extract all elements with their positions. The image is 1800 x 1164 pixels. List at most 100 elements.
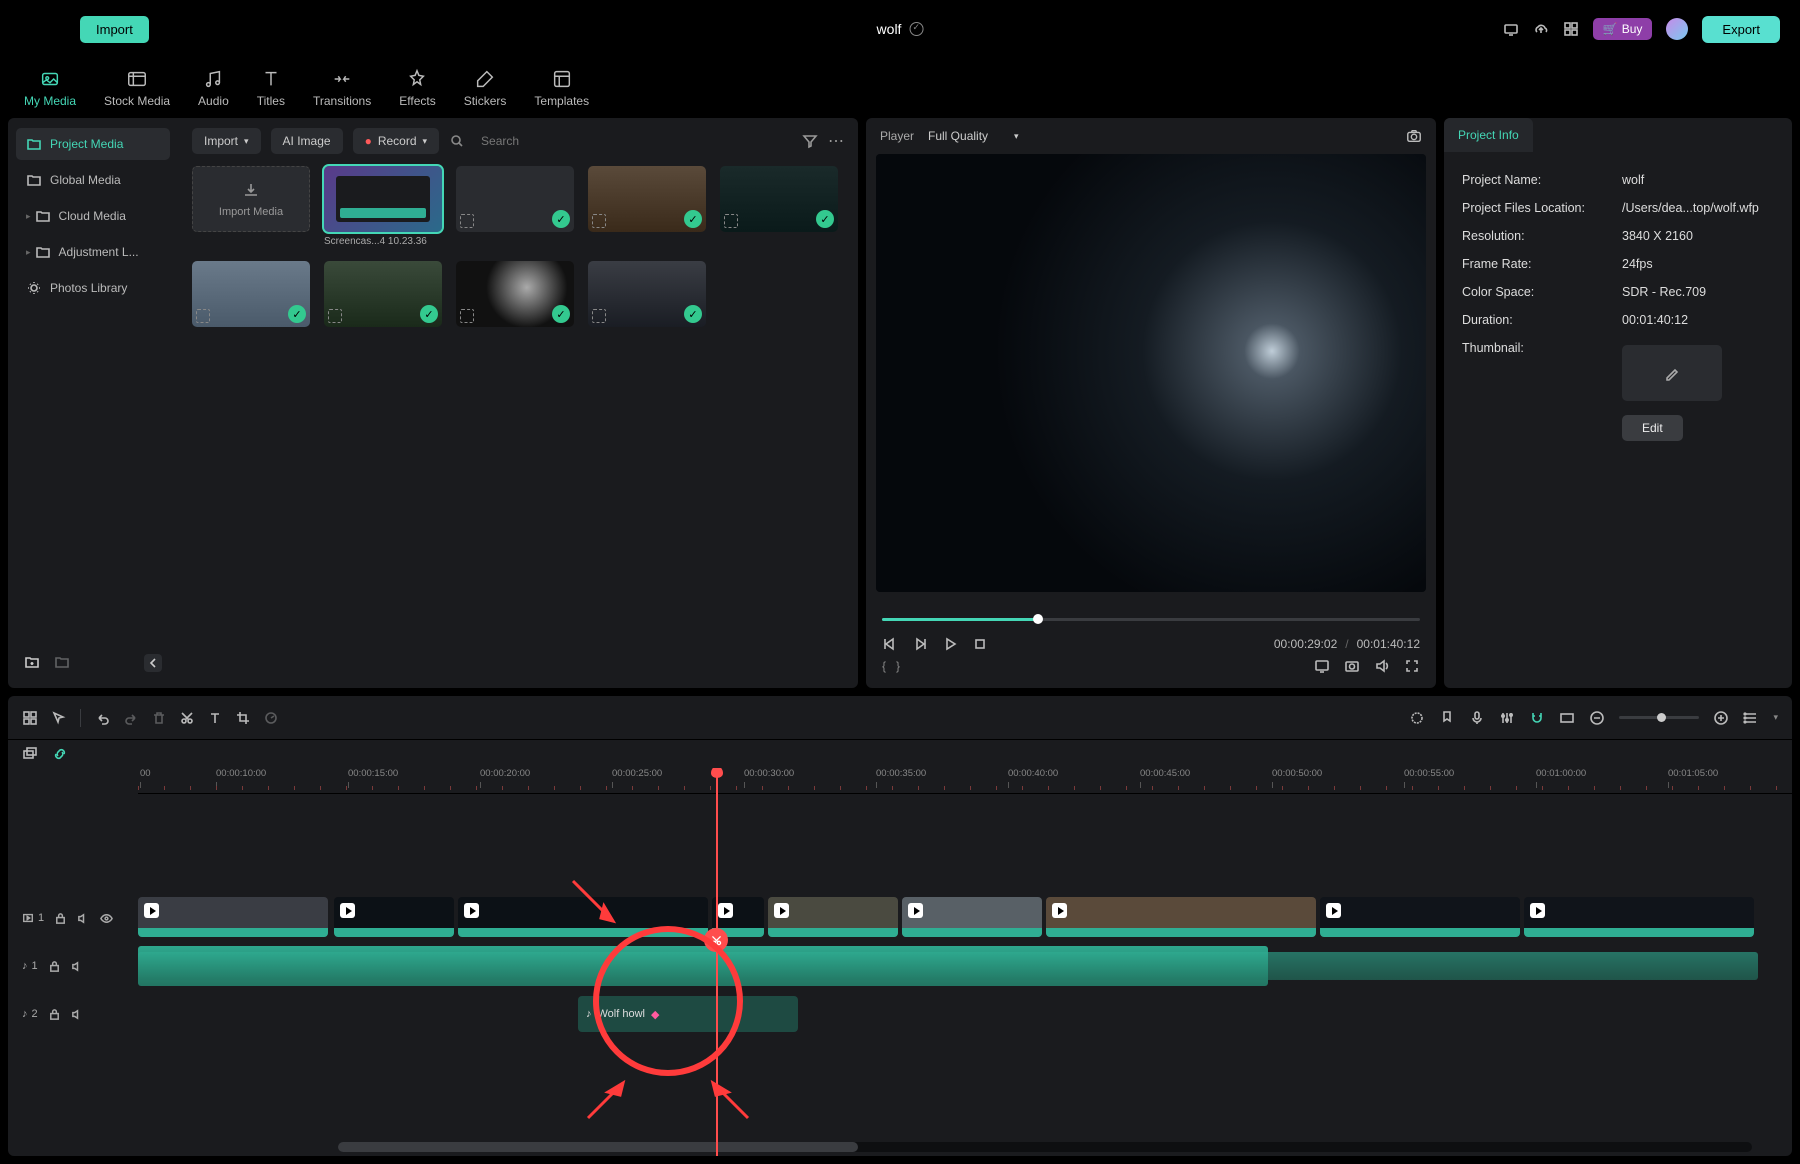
audio-track-1[interactable] <box>138 942 1792 990</box>
player-scrubber[interactable] <box>882 612 1420 626</box>
video-track-header[interactable]: 1 <box>8 894 138 942</box>
mute-icon[interactable] <box>77 912 90 925</box>
color-icon[interactable] <box>1409 710 1425 726</box>
media-item[interactable]: Screencas...4 10.23.36 <box>324 166 442 247</box>
marker-icon[interactable] <box>1439 710 1455 726</box>
mic-icon[interactable] <box>1469 710 1485 726</box>
apps-icon[interactable] <box>1563 21 1579 37</box>
tab-effects[interactable]: Effects <box>385 68 449 108</box>
snapshot-icon[interactable] <box>1406 128 1422 144</box>
buy-button[interactable]: 🛒Buy <box>1593 18 1653 40</box>
player-viewport[interactable] <box>876 154 1426 592</box>
magnet-icon[interactable] <box>1529 710 1545 726</box>
record-dropdown[interactable]: ●Record▾ <box>353 128 439 154</box>
grid-icon[interactable] <box>22 710 38 726</box>
text-icon[interactable] <box>207 710 223 726</box>
zoom-in-icon[interactable] <box>1713 710 1729 726</box>
video-track[interactable] <box>138 894 1792 942</box>
tab-stickers[interactable]: Stickers <box>450 68 521 108</box>
play-button[interactable] <box>942 636 958 652</box>
stop-button[interactable] <box>972 636 988 652</box>
video-clip[interactable] <box>902 897 1042 937</box>
tab-my-media[interactable]: My Media <box>10 68 90 108</box>
tab-transitions[interactable]: Transitions <box>299 68 385 108</box>
eye-icon[interactable] <box>100 912 113 925</box>
timeline-ruler[interactable]: 00 00:00:10:00 00:00:15:00 00:00:20:00 0… <box>138 768 1792 794</box>
zoom-out-icon[interactable] <box>1589 710 1605 726</box>
timeline-scrollbar[interactable] <box>338 1142 1752 1152</box>
search-input[interactable] <box>475 128 792 154</box>
ai-image-button[interactable]: AI Image <box>271 128 343 154</box>
delete-icon[interactable] <box>151 710 167 726</box>
filter-icon[interactable] <box>802 133 818 149</box>
track-view-icon[interactable] <box>1743 710 1759 726</box>
sidebar-item-adjustment[interactable]: ▸Adjustment L... <box>16 236 170 268</box>
sidebar-item-global-media[interactable]: Global Media <box>16 164 170 196</box>
tab-titles[interactable]: Titles <box>243 68 299 108</box>
mute-icon[interactable] <box>71 960 84 973</box>
fullscreen-icon[interactable] <box>1404 658 1420 674</box>
audio-clip[interactable]: ♪ Wolf howl ◆ <box>578 996 798 1032</box>
redo-icon[interactable] <box>123 710 139 726</box>
camera-icon[interactable] <box>1344 658 1360 674</box>
volume-icon[interactable] <box>1374 658 1390 674</box>
media-item[interactable]: ✓ <box>456 261 574 327</box>
import-media-tile[interactable]: Import Media <box>192 166 310 247</box>
tab-audio[interactable]: Audio <box>184 68 243 108</box>
brace-right-icon[interactable]: } <box>896 659 900 673</box>
video-clip[interactable] <box>1046 897 1316 937</box>
avatar[interactable] <box>1666 18 1688 40</box>
nest-icon[interactable] <box>22 746 38 762</box>
video-clip[interactable] <box>1320 897 1520 937</box>
sidebar-item-cloud-media[interactable]: ▸Cloud Media <box>16 200 170 232</box>
audio-track-1-header[interactable]: ♪1 <box>8 942 138 990</box>
sidebar-item-project-media[interactable]: Project Media <box>16 128 170 160</box>
media-item[interactable]: ✓ <box>720 166 838 247</box>
video-clip[interactable] <box>768 897 898 937</box>
zoom-slider[interactable] <box>1619 716 1699 719</box>
cut-badge-icon[interactable] <box>704 928 728 952</box>
brace-left-icon[interactable]: { <box>882 659 886 673</box>
video-clip[interactable] <box>1524 897 1754 937</box>
folder-icon[interactable] <box>54 654 70 670</box>
tab-templates[interactable]: Templates <box>520 68 603 108</box>
project-info-tab[interactable]: Project Info <box>1444 118 1533 152</box>
media-item[interactable]: ✓ <box>588 261 706 327</box>
prev-frame-button[interactable] <box>882 636 898 652</box>
more-icon[interactable]: ⋯ <box>828 131 844 151</box>
lock-icon[interactable] <box>48 1008 61 1021</box>
thumbnail-edit[interactable] <box>1622 345 1722 401</box>
collapse-sidebar-button[interactable] <box>144 654 162 672</box>
link-icon[interactable] <box>52 746 68 762</box>
mixer-icon[interactable] <box>1499 710 1515 726</box>
lock-icon[interactable] <box>54 912 67 925</box>
media-item[interactable]: ✓ <box>192 261 310 327</box>
media-item[interactable]: ✓ <box>588 166 706 247</box>
quality-dropdown[interactable]: Full Quality▾ <box>928 129 1019 143</box>
timeline-tracks[interactable]: 00 00:00:10:00 00:00:15:00 00:00:20:00 0… <box>138 768 1792 1156</box>
next-frame-button[interactable] <box>912 636 928 652</box>
media-item[interactable]: ✓ <box>456 166 574 247</box>
sidebar-item-photos[interactable]: Photos Library <box>16 272 170 304</box>
lock-icon[interactable] <box>48 960 61 973</box>
display-toggle-icon[interactable] <box>1314 658 1330 674</box>
crop-icon[interactable] <box>235 710 251 726</box>
video-clip[interactable] <box>138 897 328 937</box>
chevron-down-icon[interactable]: ▾ <box>1773 712 1778 723</box>
export-button[interactable]: Export <box>1702 16 1780 43</box>
media-item[interactable]: ✓ <box>324 261 442 327</box>
display-icon[interactable] <box>1503 21 1519 37</box>
undo-icon[interactable] <box>95 710 111 726</box>
cursor-icon[interactable] <box>50 710 66 726</box>
audio-track-2-header[interactable]: ♪2 <box>8 990 138 1038</box>
audio-track-2[interactable]: ♪ Wolf howl ◆ <box>138 990 1792 1038</box>
tab-stock-media[interactable]: Stock Media <box>90 68 184 108</box>
video-clip[interactable] <box>334 897 454 937</box>
new-folder-icon[interactable] <box>24 654 40 670</box>
speed-icon[interactable] <box>263 710 279 726</box>
aspect-icon[interactable] <box>1559 710 1575 726</box>
mute-icon[interactable] <box>71 1008 84 1021</box>
edit-button[interactable]: Edit <box>1622 415 1683 441</box>
import-button[interactable]: Import <box>80 16 149 43</box>
import-dropdown[interactable]: Import▾ <box>192 128 261 154</box>
